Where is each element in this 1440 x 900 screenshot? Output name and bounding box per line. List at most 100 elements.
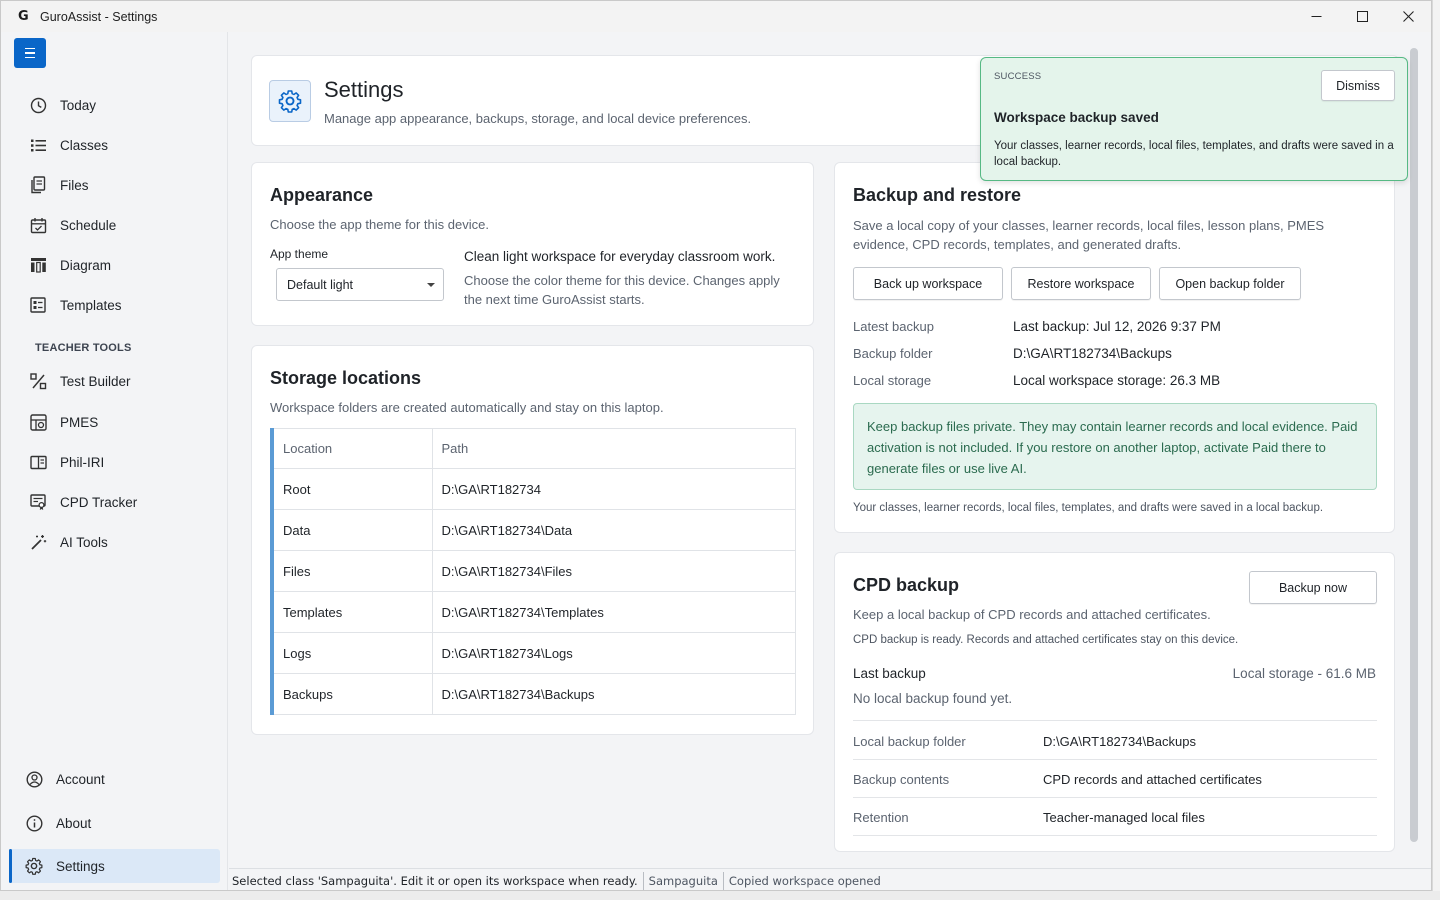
divider (853, 759, 1377, 760)
app-window: G GuroAssist - Settings Today Classes Fi… (0, 0, 1432, 891)
location-cell: Files (270, 550, 433, 592)
toast-message: Your classes, learner records, local fil… (994, 140, 1394, 168)
table-row[interactable]: Files D:\GA\RT182734\Files (270, 550, 796, 592)
table-row[interactable]: Root D:\GA\RT182734 (270, 468, 796, 510)
files-icon (28, 175, 48, 195)
table-row[interactable]: Data D:\GA\RT182734\Data (270, 509, 796, 551)
clock-icon (28, 95, 48, 115)
table-header-row: Location Path (270, 428, 796, 469)
pmes-icon (28, 412, 48, 432)
sidebar-item-settings[interactable]: Settings (9, 849, 220, 883)
table-row[interactable]: Logs D:\GA\RT182734\Logs (270, 632, 796, 674)
location-cell: Root (270, 468, 433, 510)
sidebar-item-label: Settings (56, 858, 105, 874)
sidebar-item-account[interactable]: Account (9, 762, 220, 796)
cpd-local-storage: Local storage - 61.6 MB (1232, 666, 1376, 681)
scrollbar-thumb[interactable] (1410, 48, 1418, 842)
local-storage-label: Local storage (853, 373, 932, 388)
page-title: Settings (324, 77, 404, 102)
sidebar-item-files[interactable]: Files (9, 168, 220, 202)
sidebar-item-diagram[interactable]: Diagram (9, 248, 220, 282)
backup-subtitle: Save a local copy of your classes, learn… (853, 218, 1325, 252)
backup-footnote: Your classes, learner records, local fil… (853, 502, 1324, 514)
divider (853, 835, 1377, 836)
app-theme-select[interactable]: Default light (276, 268, 444, 301)
sidebar-item-label: Schedule (60, 217, 117, 233)
sidebar-item-label: PMES (60, 414, 99, 430)
cpd-backup-title: CPD backup (853, 575, 960, 595)
sidebar-item-label: Test Builder (60, 373, 131, 389)
location-cell: Templates (270, 591, 433, 633)
sidebar-item-classes[interactable]: Classes (9, 128, 220, 162)
desktop-background-bottom (0, 891, 1440, 900)
backup-title: Backup and restore (853, 185, 1022, 205)
close-window-button[interactable] (1385, 1, 1431, 32)
restore-workspace-button[interactable]: Restore workspace (1011, 267, 1151, 300)
toast-kind: SUCCESS (994, 71, 1042, 82)
sidebar-item-label: Account (56, 771, 105, 787)
main-scrollbar[interactable] (1407, 32, 1421, 868)
sidebar-item-cpd-tracker[interactable]: CPD Tracker (9, 485, 220, 519)
sidebar-item-pmes[interactable]: PMES (9, 405, 220, 439)
cpd-backup-subtitle: Keep a local backup of CPD records and a… (853, 607, 1211, 622)
hamburger-menu-button[interactable] (14, 38, 46, 68)
dismiss-button[interactable]: Dismiss (1321, 70, 1395, 101)
last-backup-label: Last backup (853, 666, 926, 681)
path-cell: D:\GA\RT182734\Files (431, 550, 796, 592)
maximize-button[interactable] (1339, 1, 1385, 32)
table-row[interactable]: Backups D:\GA\RT182734\Backups (270, 673, 796, 715)
percent-icon (28, 371, 48, 391)
title-bar[interactable]: G GuroAssist - Settings (1, 1, 1431, 32)
privacy-notice: Keep backup files private. They may cont… (853, 403, 1377, 490)
sidebar-item-phil-iri[interactable]: Phil-IRI (9, 445, 220, 479)
sidebar-item-label: Classes (60, 137, 109, 153)
cpd-detail-label: Local backup folder (853, 734, 966, 749)
minimize-icon (1311, 16, 1321, 17)
cpd-detail-value: Teacher-managed local files (1043, 810, 1205, 825)
success-toast: SUCCESS Dismiss Workspace backup saved Y… (980, 57, 1408, 181)
status-message: Selected class 'Sampaguita'. Edit it or … (229, 871, 644, 890)
appearance-card: Appearance Choose the app theme for this… (251, 162, 814, 326)
location-cell: Data (270, 509, 433, 551)
storage-locations-card: Storage locations Workspace folders are … (251, 345, 814, 735)
list-icon (28, 135, 48, 155)
back-up-workspace-button[interactable]: Back up workspace (853, 267, 1003, 300)
path-cell: D:\GA\RT182734 (431, 468, 796, 510)
sidebar-item-templates[interactable]: Templates (9, 288, 220, 322)
sidebar-item-label: Today (60, 97, 97, 113)
table-row[interactable]: Templates D:\GA\RT182734\Templates (270, 591, 796, 633)
backup-folder-value: D:\GA\RT182734\Backups (1013, 346, 1172, 361)
desktop-background (1432, 0, 1440, 900)
location-cell: Backups (270, 673, 433, 715)
app-theme-value: Default light (287, 277, 354, 292)
calendar-icon (28, 215, 48, 235)
path-cell: D:\GA\RT182734\Backups (431, 673, 796, 715)
status-bar: Selected class 'Sampaguita'. Edit it or … (229, 868, 1431, 890)
sidebar-item-ai-tools[interactable]: AI Tools (9, 525, 220, 559)
status-class-name: Sampaguita (644, 871, 724, 890)
backup-now-button[interactable]: Backup now (1249, 571, 1377, 604)
column-header-location: Location (270, 428, 433, 469)
sidebar-item-today[interactable]: Today (9, 88, 220, 122)
window-title: GuroAssist - Settings (40, 9, 158, 24)
cpd-backup-status: CPD backup is ready. Records and attache… (853, 634, 1239, 646)
path-cell: D:\GA\RT182734\Logs (431, 632, 796, 674)
backup-folder-label: Backup folder (853, 346, 933, 361)
sidebar-item-about[interactable]: About (9, 806, 220, 840)
cpd-detail-label: Backup contents (853, 772, 950, 787)
divider (853, 797, 1377, 798)
sidebar-item-label: Templates (60, 297, 122, 313)
minimize-button[interactable] (1293, 1, 1339, 32)
app-theme-label: App theme (270, 247, 329, 261)
sidebar-item-test-builder[interactable]: Test Builder (9, 364, 220, 398)
appearance-subtitle: Choose the app theme for this device. (270, 217, 489, 232)
location-cell: Logs (270, 632, 433, 674)
open-backup-folder-button[interactable]: Open backup folder (1159, 267, 1301, 300)
backup-restore-card: Backup and restore Save a local copy of … (834, 162, 1395, 533)
sidebar-item-label: CPD Tracker (60, 494, 138, 510)
theme-description-text: Choose the color theme for this device. … (464, 273, 780, 307)
cpd-detail-value: D:\GA\RT182734\Backups (1043, 734, 1196, 749)
sidebar-item-schedule[interactable]: Schedule (9, 208, 220, 242)
book-icon (28, 452, 48, 472)
storage-table: Location Path Root D:\GA\RT182734 Data D:\… (270, 428, 796, 715)
